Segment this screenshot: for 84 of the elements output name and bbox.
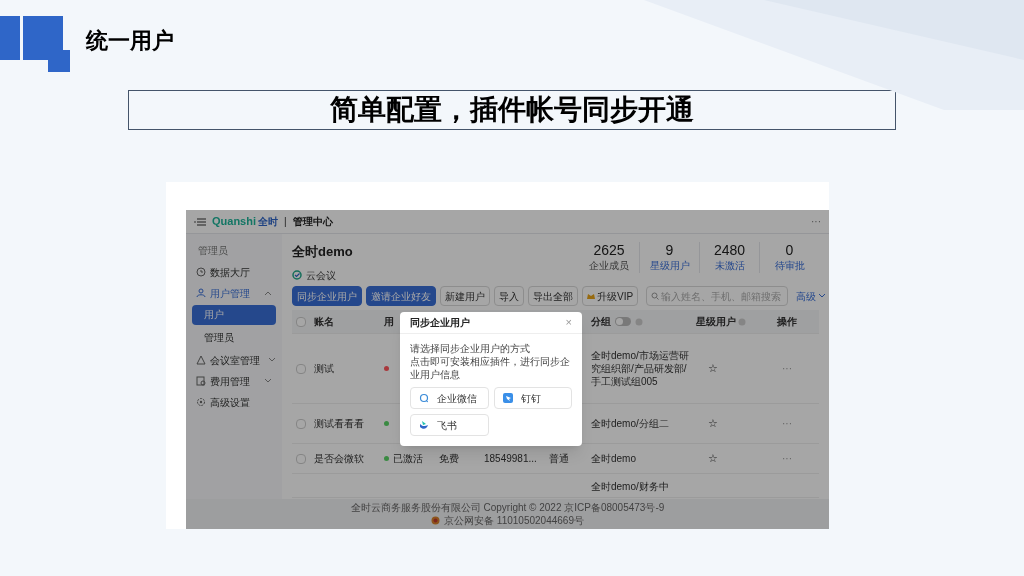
- table-cell: 测试: [314, 363, 334, 374]
- table-cell: 测试看看看: [314, 418, 364, 429]
- status-text: 已激活: [393, 452, 423, 466]
- stat-label: 企业成员: [589, 259, 629, 273]
- chevron-down-icon[interactable]: [264, 378, 272, 384]
- sidebar-item[interactable]: 管理员: [192, 328, 276, 348]
- checkbox[interactable]: [296, 316, 306, 327]
- plugin-option-button[interactable]: 企业微信: [410, 387, 489, 409]
- stat-value: 2625: [593, 242, 625, 258]
- stat-value: 2480: [713, 242, 746, 258]
- table-cell-text: 全时demo/市场运营研究组织部/产品研发部/手工测试组005: [591, 349, 690, 388]
- document-icon: [196, 376, 206, 386]
- toggle-switch[interactable]: [615, 317, 631, 326]
- sidebar-item[interactable]: 数据大厅: [192, 263, 276, 281]
- sidebar-item[interactable]: 高级设置: [192, 393, 276, 411]
- table-cell: 18549981...: [484, 453, 537, 464]
- column-header: 操作: [777, 316, 797, 327]
- stat-label[interactable]: 未激活: [714, 258, 745, 273]
- logo-text: Quanshi: [212, 214, 256, 230]
- feishu-logo-icon: [419, 420, 429, 430]
- sidebar-item[interactable]: 费用管理: [192, 372, 276, 390]
- table-cell-text: 全时demo/分组二: [591, 417, 670, 430]
- info-icon: [635, 317, 643, 326]
- plugin-option-button[interactable]: 飞书: [410, 414, 489, 436]
- table-cell: 免费: [439, 453, 459, 464]
- police-record-text: 京公网安备 11010502044669号: [444, 514, 584, 527]
- dialog-text: 点击即可安装相应插件，进行同步企业用户信息: [410, 355, 571, 381]
- product-label: 云会议: [306, 268, 336, 283]
- column-header: 用: [384, 316, 394, 327]
- star-icon[interactable]: ☆: [708, 362, 718, 375]
- app-name: 管理中心: [292, 215, 333, 229]
- check-circle-icon: [292, 270, 302, 280]
- crown-icon: [587, 292, 595, 300]
- stat-value: 0: [785, 242, 794, 258]
- toolbar-button[interactable]: 新建用户: [440, 286, 490, 306]
- badge-icon: [431, 516, 441, 525]
- dingtalk-logo-icon: [502, 393, 513, 403]
- clock-icon: [196, 267, 206, 277]
- column-header: 星级用户: [696, 315, 736, 329]
- separator-text: |: [284, 215, 287, 229]
- sidebar-item[interactable]: 用户管理: [192, 284, 276, 302]
- menu-icon[interactable]: [194, 216, 206, 227]
- table-cell-text: 全时demo/财务中: [591, 480, 670, 493]
- chevron-up-icon[interactable]: [264, 290, 272, 296]
- logo-squares-icon: [0, 16, 72, 72]
- toolbar-button[interactable]: 导入: [494, 286, 524, 306]
- stat-label[interactable]: 待审批: [774, 258, 805, 273]
- checkbox[interactable]: [296, 453, 306, 464]
- checkbox[interactable]: [296, 418, 306, 429]
- checkbox[interactable]: [296, 363, 306, 374]
- column-header: 账名: [314, 316, 334, 327]
- dialog-title: 同步企业用户: [410, 316, 470, 330]
- headline-banner: 简单配置，插件帐号同步开通: [128, 90, 896, 130]
- section-title: 统一用户: [86, 26, 174, 55]
- stat-value: 9: [665, 242, 674, 258]
- star-icon[interactable]: ☆: [708, 452, 718, 465]
- table-cell: 普通: [549, 453, 569, 464]
- stat-label[interactable]: 星级用户: [649, 258, 690, 273]
- triangle-icon: [196, 355, 206, 365]
- chevron-down-icon[interactable]: [268, 357, 276, 363]
- dialog-text: 请选择同步企业用户的方式: [410, 342, 531, 355]
- plugin-option-button[interactable]: 钉钉: [493, 387, 572, 409]
- sidebar-heading: 管理员: [197, 244, 229, 258]
- column-header: 分组: [591, 315, 611, 329]
- toolbar-button[interactable]: 导出全部: [528, 286, 578, 306]
- org-name: 全时demo: [292, 243, 353, 261]
- gear-icon: [196, 397, 206, 407]
- toolbar-button[interactable]: 升级VIP: [582, 286, 639, 306]
- table-cell-text: 全时demo: [591, 452, 637, 465]
- chevron-down-icon: [818, 293, 827, 299]
- logo-text: 全时: [258, 215, 278, 229]
- table-cell: 是否会微软: [314, 453, 364, 464]
- sidebar-item[interactable]: 会议室管理: [192, 351, 276, 369]
- more-button[interactable]: ···: [811, 214, 821, 229]
- star-icon[interactable]: ☆: [708, 417, 718, 430]
- person-icon: [196, 288, 206, 298]
- toolbar-button[interactable]: 邀请企业好友: [366, 286, 436, 306]
- info-icon: [738, 317, 746, 326]
- chat-bubble-icon: [419, 393, 429, 403]
- advanced-dropdown[interactable]: 高级: [796, 288, 827, 304]
- copyright-text: 全时云商务服务股份有限公司 Copyright © 2022 京ICP备08005473号-9: [350, 501, 665, 514]
- toolbar-button[interactable]: 同步企业用户: [292, 286, 362, 306]
- sidebar-item[interactable]: 用户: [192, 305, 276, 325]
- search-icon: [651, 292, 660, 300]
